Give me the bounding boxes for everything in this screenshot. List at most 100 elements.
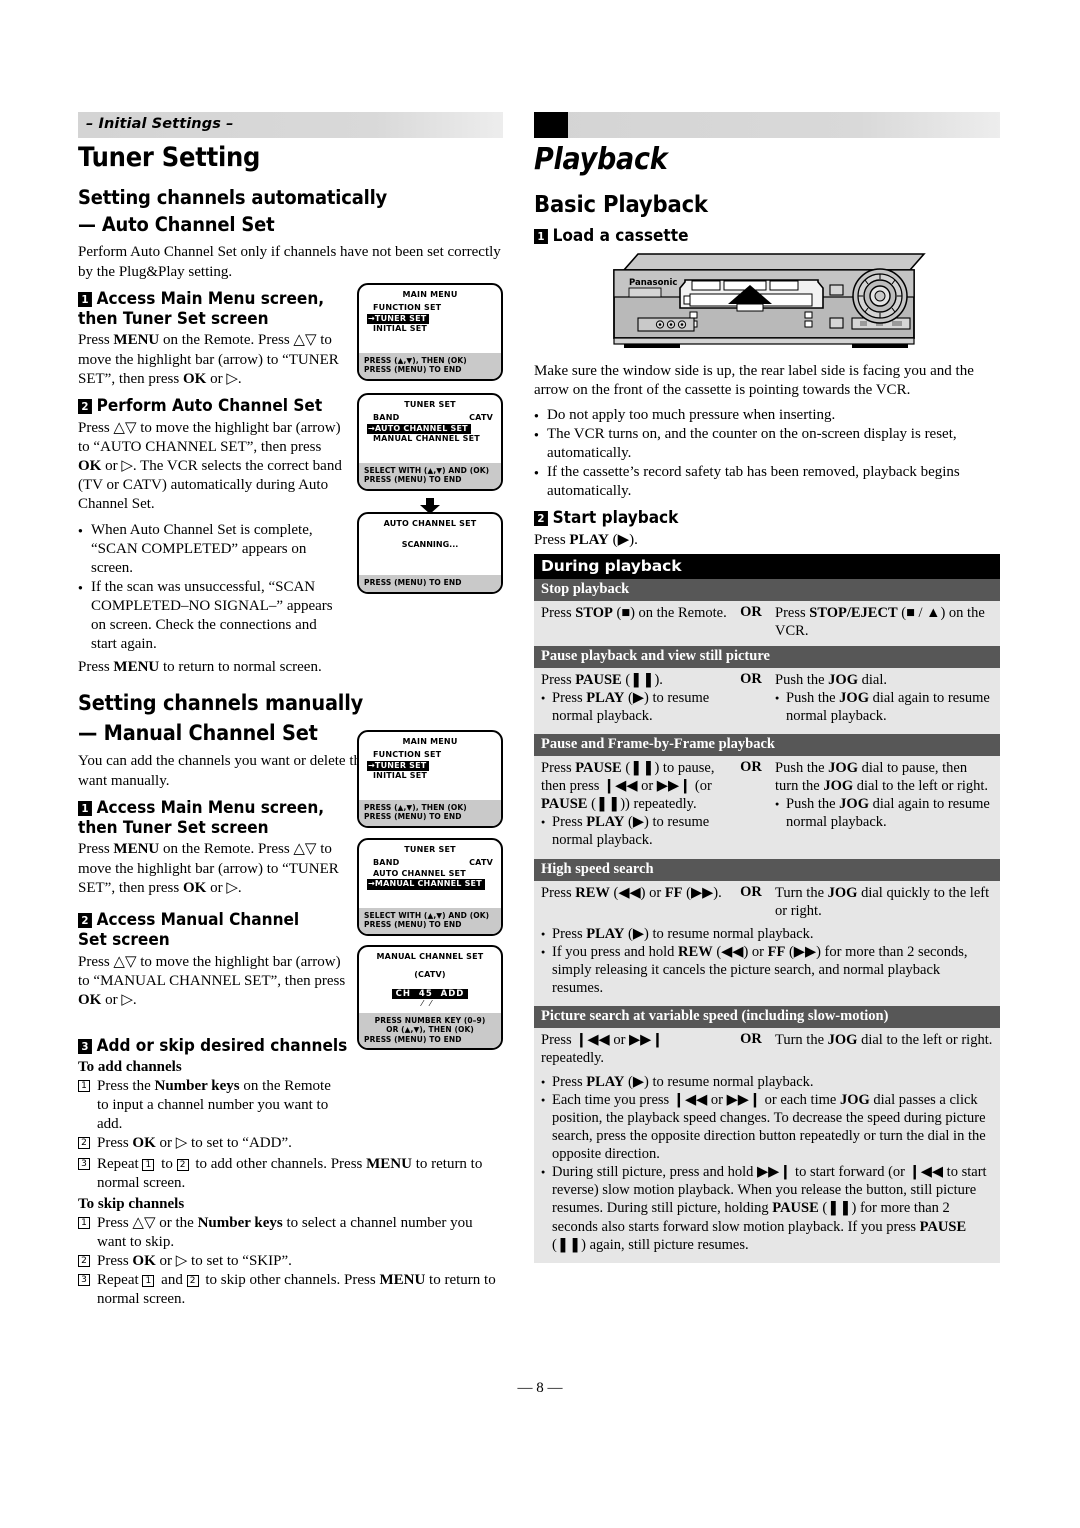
list-item: During still picture, press and hold ▶▶❙… [541,1163,993,1254]
auto-step1-body: Press MENU on the Remote. Press △▽ to mo… [78,332,339,387]
cassette-bullets: Do not apply too much pressure when inse… [534,406,1000,501]
vcr-brand-label: Panasonic [629,278,677,288]
auto-intro: Perform Auto Channel Set only if channel… [78,244,501,280]
list-item: If the cassette’s record safety tab has … [534,463,1000,501]
add-channels-block: To add channels 1 Press the Number keys o… [78,1059,346,1153]
step-number-badge: 1 [78,800,92,816]
manual-heading-line1: Setting channels manually [78,691,364,716]
table-header-title: During playback [534,554,768,580]
row-right-cell: Push the JOG dial. Push the JOG dial aga… [768,667,1000,734]
list-item: The VCR turns on, and the counter on the… [534,425,1000,463]
menu-item-initial-set: INITIAL SET [373,771,428,780]
menu-item-auto-channel-set: →AUTO CHANNEL SET [367,423,493,434]
table-header-row: During playback [534,554,1000,580]
step-number-badge: 1 [78,291,92,307]
playback-step1-heading: 1 Load a cassette [534,226,967,246]
banner-black-block [534,112,568,138]
add-channels-list: 1 Press the Number keys on the Remote to … [78,1077,346,1153]
screen-auto-channel-set: AUTO CHANNEL SET SCANNING... PRESS (MENU… [357,512,503,594]
screen-footer: SELECT WITH (▲,▼) AND (OK) PRESS (MENU) … [359,462,501,489]
band-value: CATV [469,858,493,867]
initial-settings-banner: – Initial Settings – [78,112,503,138]
row-left-cell: Press PAUSE (❚❚). Press PLAY (▶) to resu… [534,667,734,734]
list-item: When Auto Channel Set is complete, “SCAN… [78,521,346,578]
basic-playback-heading: Basic Playback [534,191,708,218]
playback-step1-title: Load a cassette [552,225,689,245]
manual-step-2: 2 Access Manual Channel Set screen Press … [78,910,346,1010]
screen-tuner-set-auto: TUNER SET BAND CATV →AUTO CHANNEL SET MA… [357,393,503,491]
band-row: BAND CATV [373,413,493,422]
screen-title: MANUAL CHANNEL SET [376,952,484,961]
screen-message: SCANNING... [401,540,459,549]
table-row: Press ❙◀◀ or ▶▶❙ repeatedly. OR Turn the… [534,1028,1000,1073]
list-item: Press PLAY (▶) to resume normal playback… [541,689,727,725]
auto-channel-heading-line1: Setting channels automatically [78,186,388,210]
auto-step1-heading: 1 Access Main Menu screen, then Tuner Set… [78,289,327,329]
auto-step2-bullets: When Auto Channel Set is complete, “SCAN… [78,521,346,654]
band-indicator: (CATV) [414,970,446,979]
table-row: Pause and Frame-by-Frame playback [534,733,1000,756]
table-row: Press REW (◀◀) or FF (▶▶). OR Turn the J… [534,880,1000,925]
row-left-cell: Press STOP (■) on the Remote. [534,601,734,646]
row-title: Pause and Frame-by-Frame playback [534,733,1000,756]
auto-step2-heading: 2 Perform Auto Channel Set [78,396,327,416]
playback-title: Playback [534,142,668,177]
menu-item-manual-channel-set: MANUAL CHANNEL SET [373,434,480,443]
or-label: OR [734,667,768,734]
auto-step1-title: Access Main Menu screen, then Tuner Set … [78,288,325,328]
list-item: If the scan was unsuccessful, “SCAN COMP… [78,578,346,654]
screen-main-menu-auto: MAIN MENU FUNCTION SET →TUNER SET INITIA… [357,283,503,381]
menu-item-manual-channel-set: →MANUAL CHANNEL SET [367,879,493,890]
table-row: Press PLAY (▶) to resume normal playback… [534,1072,1000,1263]
list-item: Each time you press ❙◀◀ or ▶▶❙ or each t… [541,1091,993,1164]
screen-footer: SELECT WITH (▲,▼) AND (OK) PRESS (MENU) … [359,907,501,934]
jog-dial-icon [852,267,908,324]
or-label: OR [734,1028,768,1073]
list-item: Press PLAY (▶) to resume normal playback… [541,925,993,944]
band-row: BAND CATV [373,858,493,867]
manual-step-1: 1 Access Main Menu screen, then Tuner Set… [78,798,346,898]
list-item: If you press and hold REW (◀◀) or FF (▶▶… [541,943,993,997]
manual-step1-body: Press MENU on the Remote. Press △▽ to mo… [78,841,339,896]
vcr-illustration: Panasonic [602,252,932,352]
add-channels-list-wide: 3 Repeat 1 to 2 to add other channels. Pr… [78,1155,503,1193]
manual-step2-heading: 2 Access Manual Channel Set screen [78,910,327,950]
step-number-badge: 3 [78,1039,92,1055]
manual-page: – Initial Settings – Tuner Setting Setti… [0,0,1080,1528]
page-title: Tuner Setting [78,142,261,173]
list-item: 3 Repeat 1 to 2 to add other channels. Pr… [78,1155,503,1193]
row-right-cell: Turn the JOG dial quickly to the left or… [768,880,1000,925]
list-item: 2 Press OK or ▷ to set to “ADD”. [78,1134,346,1153]
table-row: Press PAUSE (❚❚). Press PLAY (▶) to resu… [534,667,1000,734]
menu-item-tuner-set: →TUNER SET [367,313,493,324]
screen-title: TUNER SET [404,400,456,409]
auto-step2-closing: Press MENU to return to normal screen. [78,658,322,675]
or-label: OR [734,755,768,859]
row-title: High speed search [534,858,1000,881]
list-item: 1 Press the Number keys on the Remote to … [78,1077,346,1134]
skip-channels-list: 1 Press △▽ or the Number keys to select a… [78,1214,503,1309]
table-row: Pause playback and view still picture [534,645,1000,668]
banner-label: – Initial Settings – [86,116,234,132]
auto-channel-heading-line2: — Auto Channel Set [78,213,275,237]
row-left-cell: Press REW (◀◀) or FF (▶▶). [534,880,734,925]
band-value: CATV [469,413,493,422]
table-row: Picture search at variable speed (includ… [534,1006,1000,1029]
page-number: — 8 — [517,1380,563,1396]
right-column: Playback Basic Playback 1 Load a cassette… [534,112,1000,1263]
manual-step1-heading: 1 Access Main Menu screen, then Tuner Set… [78,798,327,838]
screen-title: MAIN MENU [402,737,458,746]
auto-step-2: 2 Perform Auto Channel Set Press △▽ to mo… [78,396,346,677]
menu-item-function-set: FUNCTION SET [373,750,442,759]
screen-manual-channel-set: MANUAL CHANNEL SET (CATV) CH 45 ADD ⁄⁄ P… [357,945,503,1050]
screen-footer: PRESS NUMBER KEY (0–9) OR (▲,▼), THEN (O… [359,1012,501,1048]
table-row: Press PLAY (▶) to resume normal playback… [534,924,1000,1007]
step-number-badge: 2 [534,511,548,527]
list-item: Do not apply too much pressure when inse… [534,406,1000,426]
during-playback-table: During playback Stop playback Press STOP… [534,554,1000,1263]
step-number-badge: 2 [78,912,92,928]
menu-item-function-set: FUNCTION SET [373,303,442,312]
list-item: Press PLAY (▶) to resume normal playback… [541,1073,993,1092]
step-number-badge: 2 [78,398,92,414]
screen-footer: PRESS (MENU) TO END [359,575,501,592]
